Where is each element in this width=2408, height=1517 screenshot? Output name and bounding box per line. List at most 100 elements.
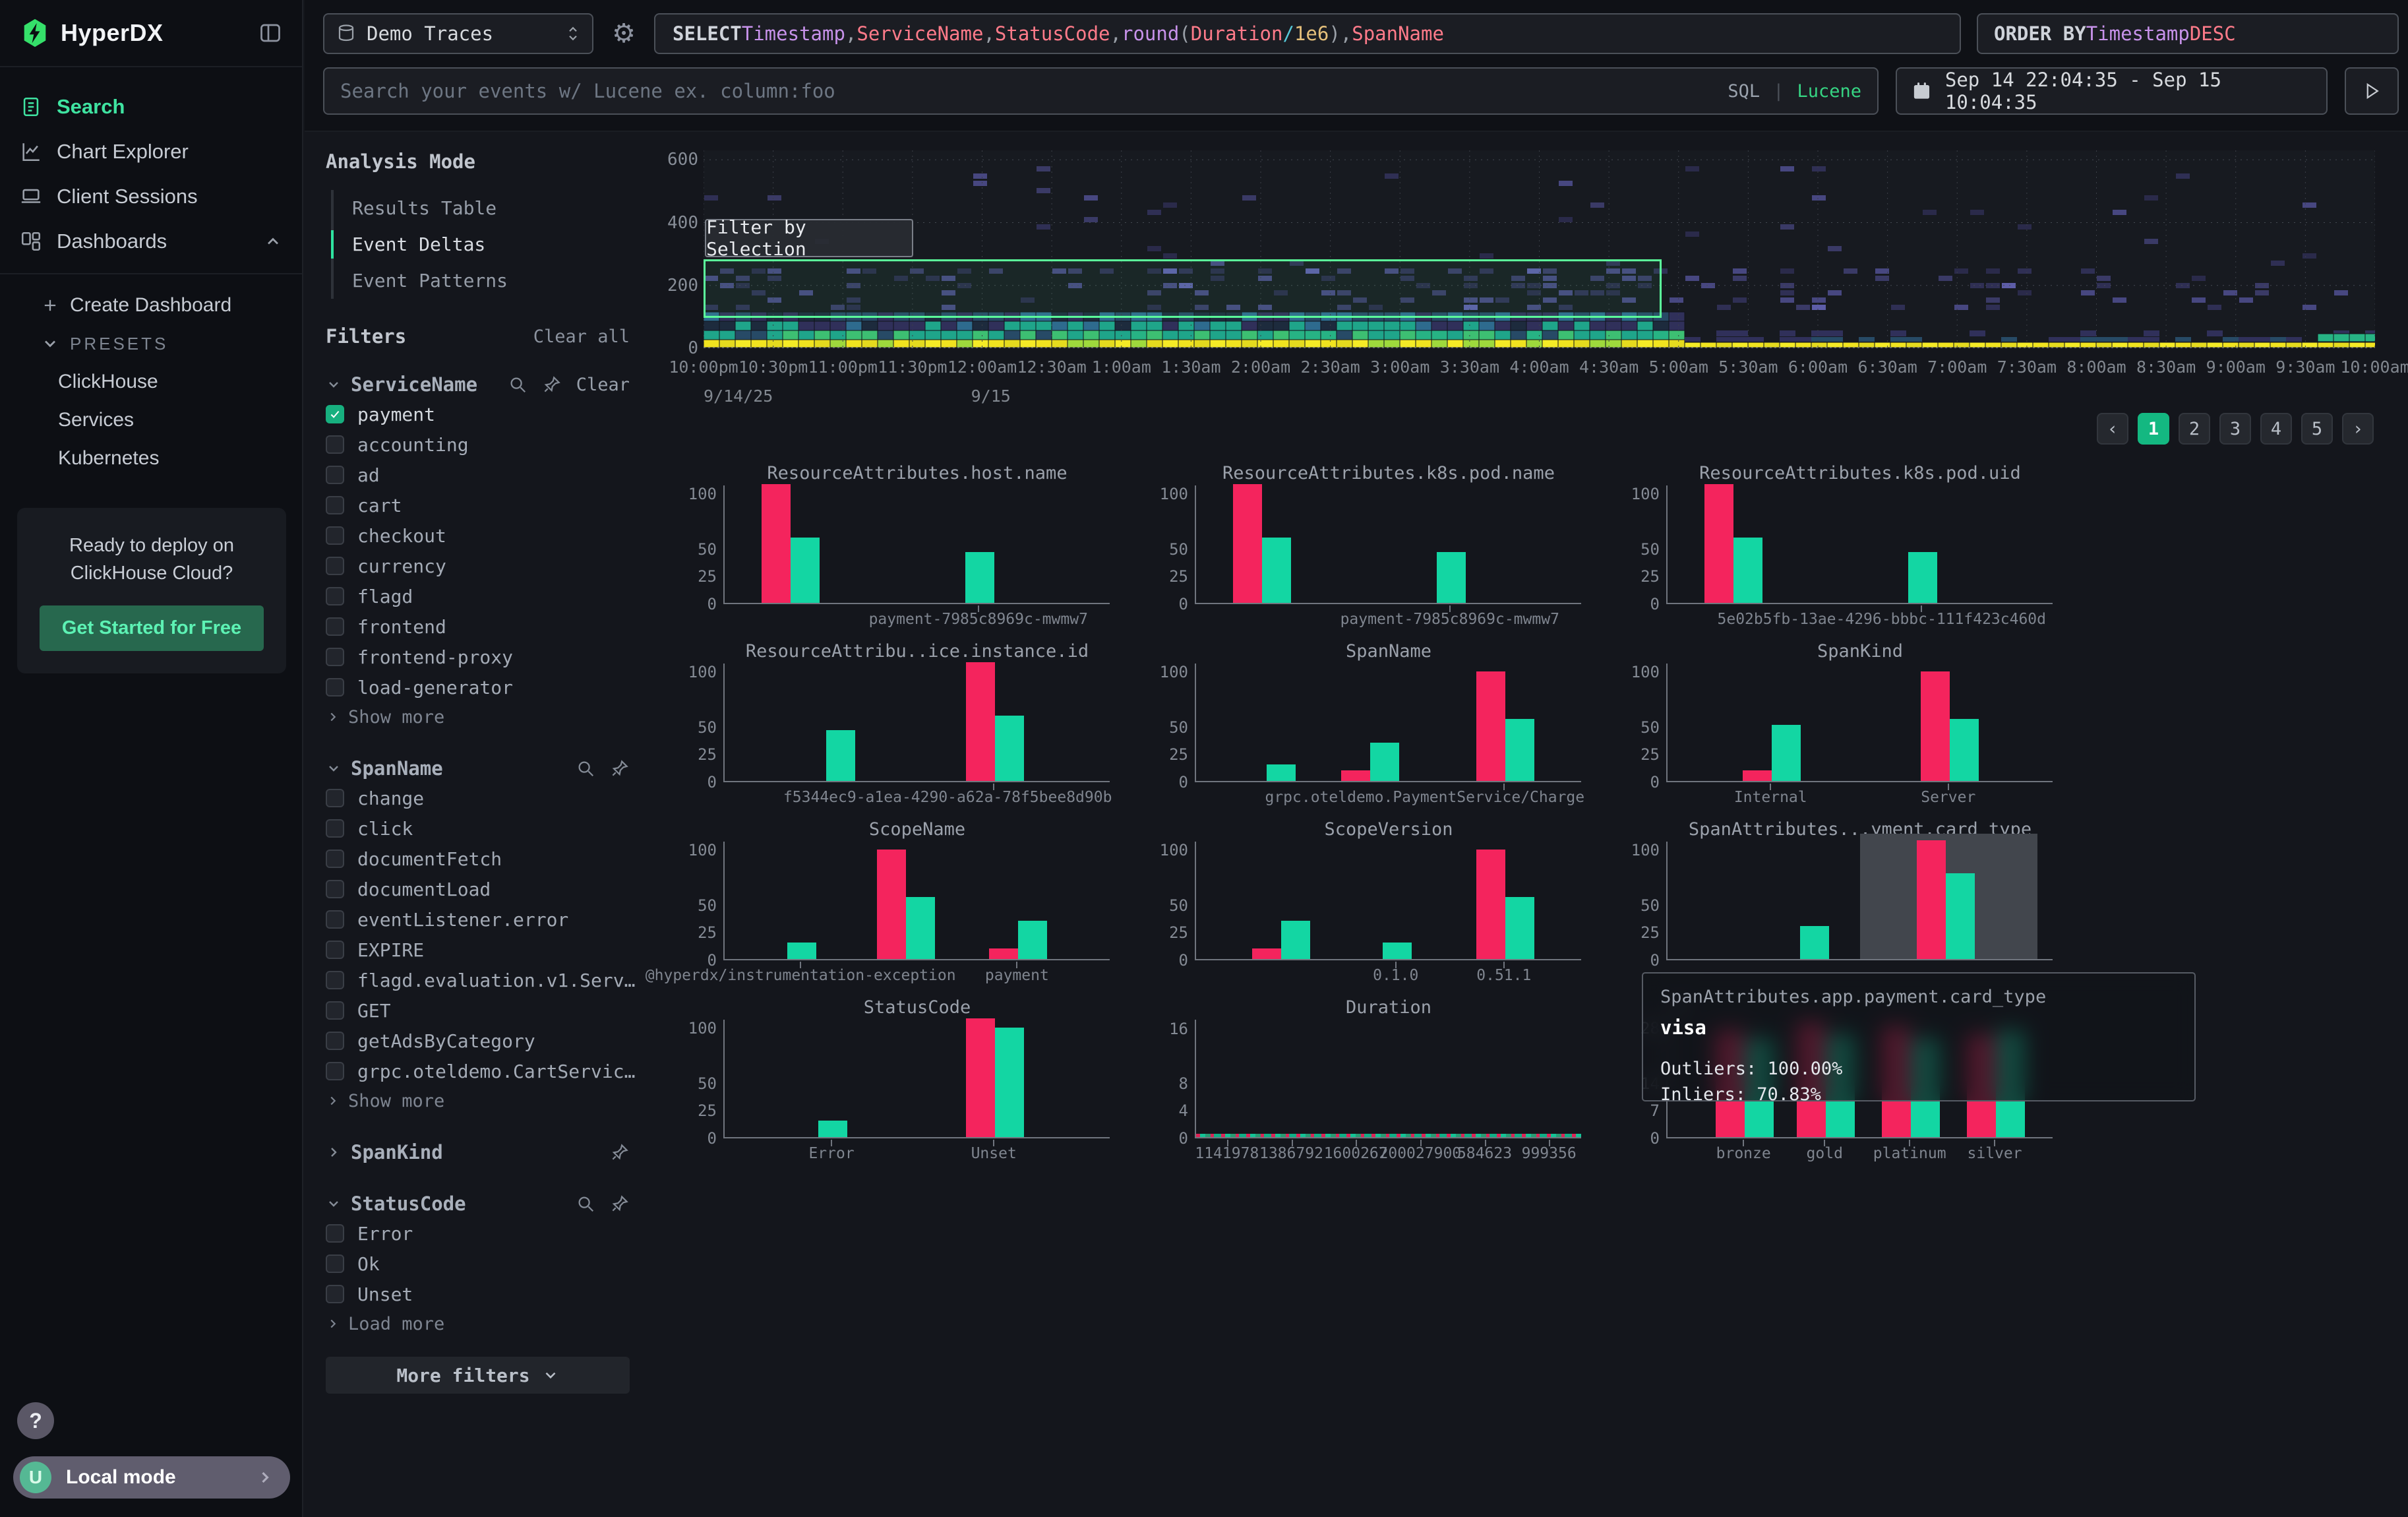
lang-toggle-lucene[interactable]: Lucene (1797, 81, 1861, 102)
bar-inliers[interactable] (1946, 873, 1975, 959)
bar-inliers[interactable] (826, 730, 855, 781)
page-button-2[interactable]: 2 (2179, 413, 2210, 445)
filter-group-name[interactable]: SpanName (351, 757, 443, 780)
checkbox[interactable] (326, 1001, 344, 1020)
bar-inliers[interactable] (1262, 538, 1291, 603)
order-by-input[interactable]: ORDER BY Timestamp DESC (1977, 13, 2399, 54)
checkbox[interactable] (326, 1032, 344, 1050)
filter-option-flagd-evaluation-v1-serv-[interactable]: flagd.evaluation.v1.Serv… (326, 965, 630, 995)
checkbox[interactable] (326, 678, 344, 697)
search-icon[interactable] (576, 1194, 595, 1214)
analysis-mode-event-patterns[interactable]: Event Patterns (334, 263, 630, 299)
bar-inliers[interactable] (995, 716, 1024, 781)
heatmap-selection-box[interactable] (705, 261, 1661, 317)
bar-inliers[interactable] (1281, 921, 1310, 959)
bar-inliers[interactable] (818, 1121, 847, 1137)
lang-toggle-sql[interactable]: SQL (1728, 81, 1760, 102)
bar-outliers[interactable] (1476, 850, 1505, 959)
search-icon[interactable] (576, 758, 595, 778)
bar-outliers[interactable] (1341, 770, 1370, 781)
create-dashboard-button[interactable]: Create Dashboard (0, 286, 302, 325)
filter-option-ok[interactable]: Ok (326, 1249, 630, 1279)
pin-icon[interactable] (610, 1194, 630, 1214)
checkbox[interactable] (326, 971, 344, 989)
date-range-picker[interactable]: Sep 14 22:04:35 - Sep 15 10:04:35 (1896, 67, 2328, 115)
show-more-link[interactable]: Show more (326, 702, 630, 731)
filter-option-load-generator[interactable]: load-generator (326, 672, 630, 702)
collapse-sidebar-icon[interactable] (258, 21, 282, 45)
pin-icon[interactable] (542, 375, 562, 394)
checkbox[interactable] (326, 587, 344, 605)
bar-outliers[interactable] (966, 662, 995, 781)
bar-inliers[interactable] (791, 538, 820, 603)
sidebar-preset-clickhouse[interactable]: ClickHouse (0, 363, 302, 401)
checkbox[interactable] (326, 1285, 344, 1303)
sidebar-preset-services[interactable]: Services (0, 401, 302, 439)
checkbox[interactable] (326, 496, 344, 514)
checkbox-checked[interactable] (326, 405, 344, 423)
filter-group-name[interactable]: StatusCode (351, 1192, 466, 1215)
filter-option-get[interactable]: GET (326, 995, 630, 1026)
search-input[interactable] (340, 80, 1714, 102)
duration-heatmap[interactable] (704, 150, 2375, 348)
checkbox[interactable] (326, 1254, 344, 1273)
bar-outliers[interactable] (1704, 484, 1733, 603)
page-button-5[interactable]: 5 (2301, 413, 2333, 445)
checkbox[interactable] (326, 910, 344, 929)
filter-by-selection-button[interactable]: Filter by Selection (705, 219, 913, 257)
bar-outliers[interactable] (877, 850, 906, 959)
page-button-1[interactable]: 1 (2138, 413, 2169, 445)
source-select[interactable]: Demo Traces (323, 13, 593, 54)
page-button-3[interactable]: 3 (2219, 413, 2251, 445)
pin-icon[interactable] (610, 1142, 630, 1162)
filter-option-getadsbycategory[interactable]: getAdsByCategory (326, 1026, 630, 1056)
filter-option-change[interactable]: change (326, 783, 630, 813)
bar-inliers[interactable] (1267, 764, 1296, 781)
help-button[interactable]: ? (17, 1402, 54, 1439)
bar-inliers[interactable] (787, 943, 816, 959)
bar-inliers[interactable] (906, 897, 935, 959)
bar-inliers[interactable] (1733, 538, 1762, 603)
bar-outliers[interactable] (966, 1018, 995, 1137)
page-prev-button[interactable]: ‹ (2097, 413, 2128, 445)
filter-group-name[interactable]: SpanKind (351, 1141, 443, 1163)
show-more-link[interactable]: Load more (326, 1309, 630, 1338)
bar-inliers[interactable] (1437, 552, 1466, 603)
page-next-button[interactable]: › (2342, 413, 2374, 445)
checkbox[interactable] (326, 466, 344, 484)
checkbox[interactable] (326, 1062, 344, 1080)
analysis-mode-event-deltas[interactable]: Event Deltas (334, 226, 630, 263)
filter-option-click[interactable]: click (326, 813, 630, 844)
bar-inliers[interactable] (1950, 719, 1979, 781)
page-button-4[interactable]: 4 (2260, 413, 2292, 445)
sidebar-item-dashboards[interactable]: Dashboards (0, 219, 302, 264)
presets-toggle[interactable]: PRESETS (0, 325, 302, 363)
bar-inliers[interactable] (1505, 897, 1534, 959)
bar-outliers[interactable] (1917, 840, 1946, 959)
bar-outliers[interactable] (1476, 671, 1505, 781)
bar-outliers[interactable] (989, 948, 1018, 959)
filter-option-payment[interactable]: payment (326, 399, 630, 429)
checkbox[interactable] (326, 850, 344, 868)
chevron-down-icon[interactable] (326, 377, 342, 392)
bar-inliers[interactable] (1383, 943, 1412, 959)
bar-inliers[interactable] (1800, 926, 1829, 959)
bar-outliers[interactable] (1921, 671, 1950, 781)
checkbox[interactable] (326, 941, 344, 959)
filter-option-frontend[interactable]: frontend (326, 611, 630, 642)
sidebar-item-client-sessions[interactable]: Client Sessions (0, 174, 302, 219)
bar-outliers[interactable] (1252, 948, 1281, 959)
checkbox[interactable] (326, 819, 344, 838)
analysis-mode-results-table[interactable]: Results Table (334, 190, 630, 226)
checkbox[interactable] (326, 557, 344, 575)
filter-option-accounting[interactable]: accounting (326, 429, 630, 460)
source-settings-gear-icon[interactable]: ⚙ (609, 18, 638, 49)
sidebar-item-chart-explorer[interactable]: Chart Explorer (0, 129, 302, 174)
bar-inliers[interactable] (1908, 552, 1937, 603)
filter-option-documentload[interactable]: documentLoad (326, 874, 630, 904)
checkbox[interactable] (326, 435, 344, 454)
bar-inliers[interactable] (1505, 719, 1534, 781)
filter-option-documentfetch[interactable]: documentFetch (326, 844, 630, 874)
user-menu[interactable]: U Local mode (13, 1456, 290, 1499)
filter-option-unset[interactable]: Unset (326, 1279, 630, 1309)
